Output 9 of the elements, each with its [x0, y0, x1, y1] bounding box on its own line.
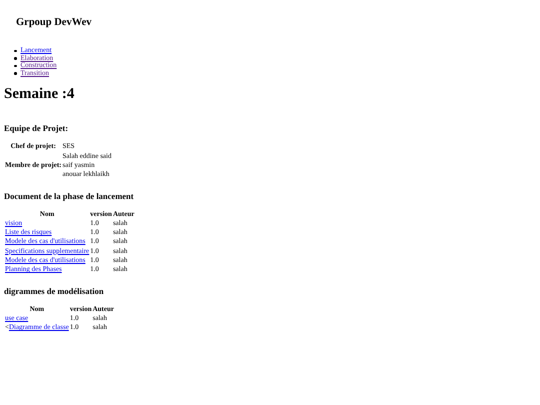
- bullet-icon: [14, 50, 16, 52]
- section-heading: Document de la phase de lancement: [4, 190, 135, 202]
- bullet-icon: [14, 64, 16, 68]
- section-heading: digrammes de modélisation: [4, 286, 105, 297]
- bullet-icon: [14, 72, 16, 75]
- site-title: Grpoup DevWev: [15, 16, 93, 29]
- bullet-icon: [14, 57, 16, 60]
- section-heading: Equipe de Projet:: [4, 123, 70, 134]
- page-heading: Semaine :4: [4, 85, 76, 104]
